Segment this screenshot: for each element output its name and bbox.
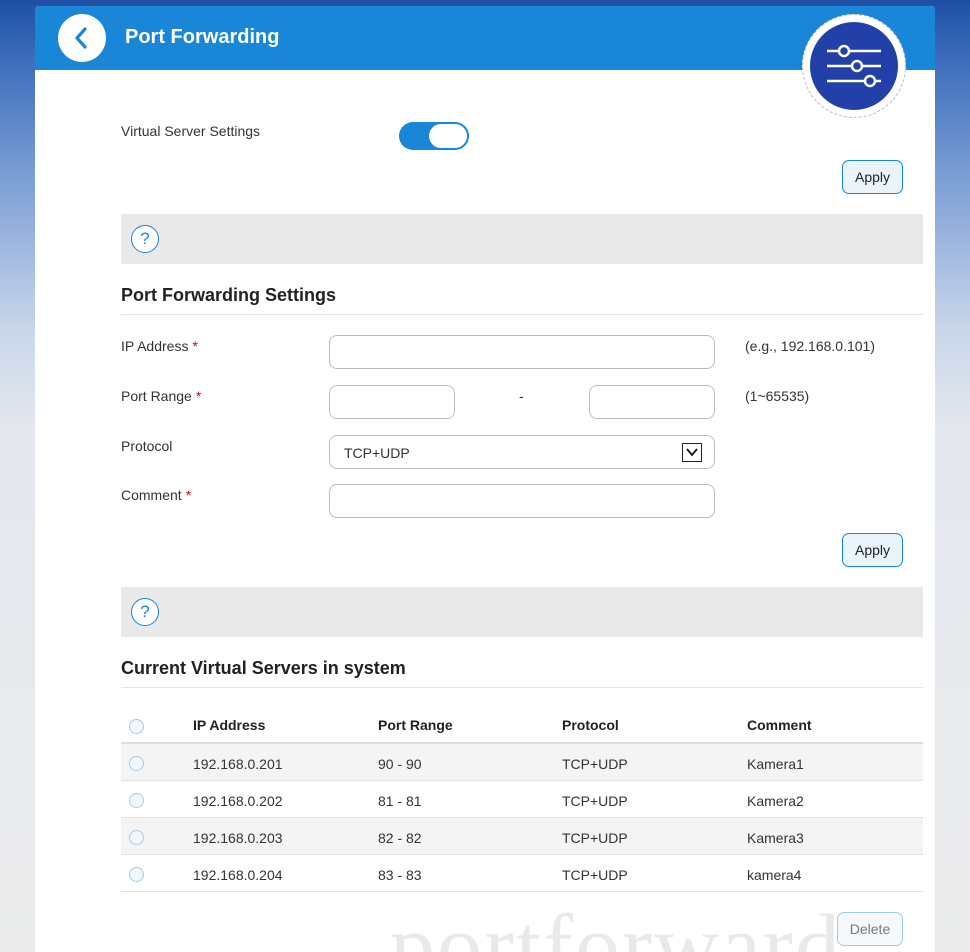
column-header: Comment [747, 717, 812, 733]
table-cell: 192.168.0.203 [193, 830, 283, 846]
column-header: Port Range [378, 717, 453, 733]
settings-badge [802, 14, 906, 118]
comment-input[interactable] [329, 484, 715, 518]
required-mark: * [192, 338, 198, 354]
row-select-radio[interactable] [129, 793, 144, 808]
port-forwarding-settings-title: Port Forwarding Settings [121, 285, 337, 305]
port-start-input[interactable] [329, 385, 455, 419]
main-panel: Port Forwarding Virtual Server Settings … [35, 6, 935, 952]
port-range-label: Port Range * [121, 388, 202, 404]
table-row[interactable]: 192.168.0.202 81 - 81 TCP+UDP Kamera2 [121, 781, 923, 818]
current-servers-title: Current Virtual Servers in system [121, 658, 406, 678]
table-cell: 82 - 82 [378, 830, 422, 846]
required-mark: * [195, 388, 202, 404]
help-icon[interactable]: ? [131, 225, 159, 253]
table-cell: 90 - 90 [378, 756, 422, 772]
help-icon[interactable]: ? [131, 598, 159, 626]
row-select-radio[interactable] [129, 867, 144, 882]
page-title: Port Forwarding [125, 26, 280, 48]
port-range-separator: - [519, 388, 524, 404]
table-cell: TCP+UDP [562, 756, 628, 772]
watermark: portforward [390, 897, 842, 952]
ip-address-label: IP Address * [121, 338, 198, 354]
chevron-left-icon [75, 27, 87, 49]
port-end-input[interactable] [589, 385, 715, 419]
table-cell: 192.168.0.202 [193, 793, 283, 809]
column-header: Protocol [562, 717, 619, 733]
header-bar: Port Forwarding [35, 6, 935, 70]
table-cell: TCP+UDP [562, 793, 628, 809]
settings-apply-button[interactable]: Apply [842, 533, 903, 567]
table-cell: 192.168.0.204 [193, 867, 283, 883]
table-cell: Kamera1 [747, 756, 804, 772]
help-bar: ? [121, 214, 923, 264]
servers-table: IP Address Port Range Protocol Comment 1… [121, 706, 923, 892]
select-all-radio[interactable] [129, 719, 144, 734]
table-cell: Kamera3 [747, 830, 804, 846]
section-divider [121, 314, 923, 315]
table-cell: Kamera2 [747, 793, 804, 809]
row-select-radio[interactable] [129, 756, 144, 771]
protocol-label: Protocol [121, 438, 173, 454]
column-header: IP Address [193, 717, 266, 733]
ip-address-hint: (e.g., 192.168.0.101) [745, 338, 875, 354]
table-cell: 81 - 81 [378, 793, 422, 809]
protocol-selected-value: TCP+UDP [344, 445, 410, 461]
back-button[interactable] [58, 14, 106, 62]
help-bar: ? [121, 587, 923, 637]
section-divider [121, 687, 923, 688]
virtual-server-toggle[interactable] [399, 122, 469, 150]
virtual-server-label: Virtual Server Settings [121, 123, 261, 139]
table-cell: TCP+UDP [562, 830, 628, 846]
row-select-radio[interactable] [129, 830, 144, 845]
table-row[interactable]: 192.168.0.201 90 - 90 TCP+UDP Kamera1 [121, 744, 923, 781]
chevron-down-icon [686, 448, 698, 457]
port-range-hint: (1~65535) [745, 388, 810, 404]
virtual-server-apply-button[interactable]: Apply [842, 160, 903, 194]
table-row[interactable]: 192.168.0.203 82 - 82 TCP+UDP Kamera3 [121, 818, 923, 855]
delete-button[interactable]: Delete [837, 912, 903, 946]
table-header: IP Address Port Range Protocol Comment [121, 706, 923, 744]
ip-address-input[interactable] [329, 335, 715, 369]
required-mark: * [185, 487, 192, 503]
table-row[interactable]: 192.168.0.204 83 - 83 TCP+UDP kamera4 [121, 855, 923, 892]
comment-label: Comment * [121, 487, 192, 503]
protocol-select[interactable]: TCP+UDP [329, 435, 715, 469]
sliders-icon [827, 44, 881, 88]
table-cell: kamera4 [747, 867, 802, 883]
table-cell: TCP+UDP [562, 867, 628, 883]
table-cell: 192.168.0.201 [193, 756, 283, 772]
table-cell: 83 - 83 [378, 867, 422, 883]
